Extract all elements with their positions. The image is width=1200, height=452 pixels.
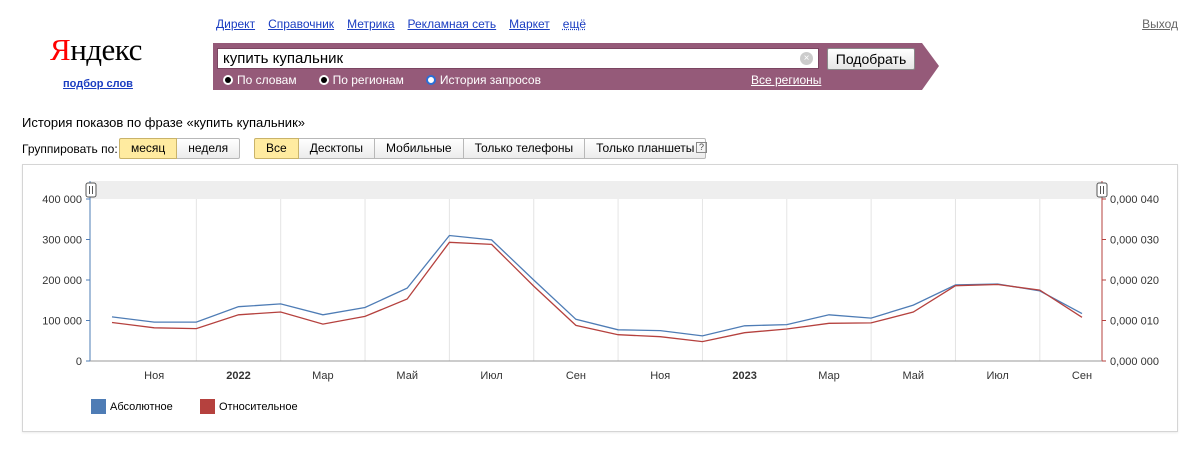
history-chart: Ноя 2022 Мар Май Июл Сен Ноя 2023 Мар Май Июл Сен 0 1… xyxy=(22,164,1178,432)
mode-radio-history[interactable]: История запросов xyxy=(425,73,541,87)
device-all-button[interactable]: Все xyxy=(254,138,299,159)
legend-swatch xyxy=(91,399,106,414)
search-button[interactable]: Подобрать xyxy=(827,48,915,70)
legend-item-absolute[interactable]: Абсолютное xyxy=(91,399,173,414)
service-link-more[interactable]: ещё xyxy=(563,17,586,31)
relative-series-line xyxy=(111,241,1083,343)
mode-label: По словам xyxy=(237,73,297,87)
search-mode-group: По словам По регионам История запросов xyxy=(223,73,563,87)
service-link-ad-network[interactable]: Рекламная сеть xyxy=(408,17,497,31)
x-tick-label: Июл xyxy=(480,370,502,382)
absolute-series-line xyxy=(111,234,1083,337)
legend-item-relative[interactable]: Относительное xyxy=(200,399,298,414)
left-tick-label: 300 000 xyxy=(42,235,82,247)
logo-letter: Я xyxy=(50,32,71,67)
search-input[interactable]: купить купальник × xyxy=(217,48,819,69)
mode-label: История запросов xyxy=(439,73,541,87)
range-handle-left[interactable] xyxy=(85,182,97,198)
search-query: купить купальник xyxy=(223,50,344,67)
group-by-toggle: месяц неделя xyxy=(119,138,241,159)
legend-label: Относительное xyxy=(219,400,298,413)
right-tick-label: 0,000 010 xyxy=(1110,316,1159,328)
x-tick-label: Май xyxy=(396,370,418,382)
x-tick-label: 2022 xyxy=(226,370,250,382)
device-desktop-button[interactable]: Десктопы xyxy=(298,138,376,159)
clear-icon[interactable]: × xyxy=(800,52,813,65)
left-tick-label: 400 000 xyxy=(42,194,82,206)
device-tablets-button[interactable]: Только планшеты xyxy=(585,138,707,159)
right-tick-label: 0,000 000 xyxy=(1110,356,1159,368)
device-mobile-button[interactable]: Мобильные xyxy=(375,138,464,159)
service-link-direct[interactable]: Директ xyxy=(216,17,255,31)
x-tick-label: Ноя xyxy=(650,370,670,382)
radio-selected-icon xyxy=(425,75,436,85)
help-icon[interactable]: ? xyxy=(696,142,707,153)
range-handle-right[interactable] xyxy=(1096,182,1108,198)
group-month-button[interactable]: месяц xyxy=(119,138,178,159)
x-tick-label: Сен xyxy=(1072,370,1092,382)
left-tick-label: 200 000 xyxy=(42,275,82,287)
mode-label: По регионам xyxy=(332,73,404,87)
left-tick-label: 100 000 xyxy=(42,316,82,328)
mode-radio-words[interactable]: По словам xyxy=(223,73,297,87)
right-tick-label: 0,000 040 xyxy=(1110,194,1159,206)
radio-icon xyxy=(223,75,233,85)
x-tick-label: Май xyxy=(903,370,925,382)
x-tick-label: 2023 xyxy=(732,370,756,382)
service-link-metrika[interactable]: Метрика xyxy=(347,17,394,31)
x-tick-label: Мар xyxy=(818,370,840,382)
legend-label: Абсолютное xyxy=(110,400,173,413)
legend-swatch xyxy=(200,399,215,414)
wordstat-link[interactable]: подбор слов xyxy=(63,78,133,90)
page-title: История показов по фразе «купить купальн… xyxy=(22,115,305,130)
yandex-logo[interactable]: Яндекс xyxy=(50,34,142,65)
logo-text: ндекс xyxy=(70,32,142,67)
group-week-button[interactable]: неделя xyxy=(177,138,241,159)
x-tick-label: Ноя xyxy=(144,370,164,382)
x-tick-label: Сен xyxy=(566,370,586,382)
right-tick-label: 0,000 030 xyxy=(1110,235,1159,247)
search-panel: купить купальник × Подобрать По словам П… xyxy=(213,43,939,90)
range-navigator-track[interactable] xyxy=(90,181,1102,199)
service-link-market[interactable]: Маркет xyxy=(509,17,550,31)
services-nav: Директ Справочник Метрика Рекламная сеть… xyxy=(216,17,599,31)
x-tick-label: Июл xyxy=(986,370,1008,382)
chart-svg: Ноя 2022 Мар Май Июл Сен Ноя 2023 Мар Май Июл Сен 0 1… xyxy=(42,181,1159,382)
device-phones-button[interactable]: Только телефоны xyxy=(463,138,586,159)
group-by-label: Группировать по: xyxy=(22,142,118,156)
right-tick-label: 0,000 020 xyxy=(1110,275,1159,287)
mode-radio-regions[interactable]: По регионам xyxy=(318,73,404,87)
service-link-directory[interactable]: Справочник xyxy=(268,17,334,31)
logout-link[interactable]: Выход xyxy=(1142,17,1178,31)
regions-link[interactable]: Все регионы xyxy=(751,73,821,87)
left-tick-label: 0 xyxy=(76,356,82,368)
device-filter-toggle: Все Десктопы Мобильные Только телефоны Т… xyxy=(254,138,707,159)
radio-icon xyxy=(318,75,329,85)
x-tick-label: Мар xyxy=(312,370,334,382)
